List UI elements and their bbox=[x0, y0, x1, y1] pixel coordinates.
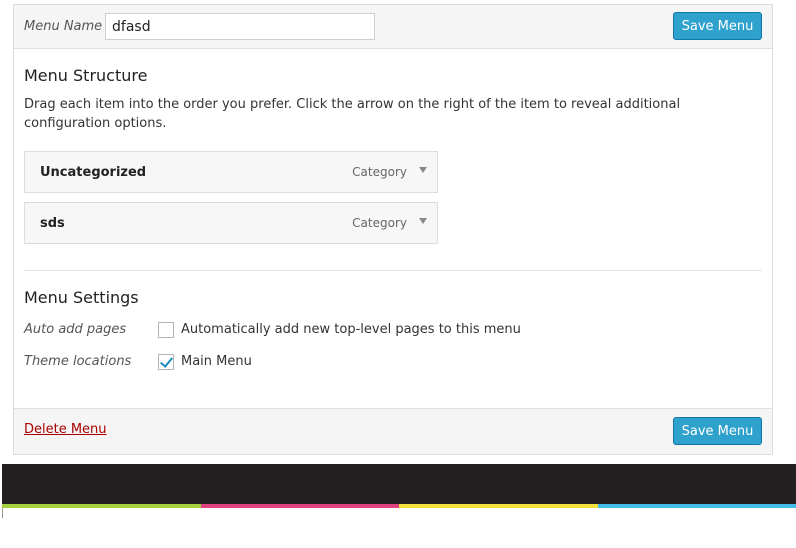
save-menu-button-top[interactable]: Save Menu bbox=[673, 12, 762, 40]
menu-footer: Delete Menu Save Menu bbox=[14, 408, 772, 454]
stripe-green bbox=[2, 504, 201, 508]
menu-header: Menu Name Save Menu bbox=[14, 5, 772, 49]
expand-arrow-icon[interactable] bbox=[419, 218, 427, 224]
menu-edit-panel: Menu Name Save Menu Menu Structure Drag … bbox=[13, 4, 773, 455]
stripe-yellow bbox=[399, 504, 598, 508]
section-divider bbox=[24, 270, 762, 271]
menu-item[interactable]: Uncategorized Category bbox=[24, 151, 438, 193]
color-stripe bbox=[2, 504, 796, 508]
theme-locations-label: Theme locations bbox=[24, 354, 132, 369]
stripe-pink bbox=[200, 504, 399, 508]
stripe-blue bbox=[597, 504, 796, 508]
page-edge-line bbox=[2, 508, 3, 518]
auto-add-pages-checkbox[interactable] bbox=[158, 322, 174, 338]
menu-item[interactable]: sds Category bbox=[24, 202, 438, 244]
menu-structure-title: Menu Structure bbox=[24, 66, 148, 85]
menu-item-title: Uncategorized bbox=[40, 165, 147, 180]
delete-menu-link[interactable]: Delete Menu bbox=[24, 422, 107, 437]
menu-item-title: sds bbox=[40, 216, 65, 231]
expand-arrow-icon[interactable] bbox=[419, 167, 427, 173]
auto-add-pages-label: Auto add pages bbox=[24, 322, 127, 337]
site-footer-bar bbox=[2, 464, 796, 504]
menu-name-input[interactable] bbox=[105, 13, 375, 40]
auto-add-pages-option[interactable]: Automatically add new top-level pages to… bbox=[181, 322, 521, 337]
menu-item-type: Category bbox=[352, 165, 407, 179]
save-menu-button-bottom[interactable]: Save Menu bbox=[673, 417, 762, 445]
menu-settings-title: Menu Settings bbox=[24, 288, 139, 307]
main-menu-checkbox[interactable] bbox=[158, 354, 174, 370]
main-menu-option[interactable]: Main Menu bbox=[181, 354, 252, 369]
menu-name-label: Menu Name bbox=[24, 19, 103, 34]
menu-item-type: Category bbox=[352, 216, 407, 230]
menu-structure-description: Drag each item into the order you prefer… bbox=[24, 97, 681, 131]
